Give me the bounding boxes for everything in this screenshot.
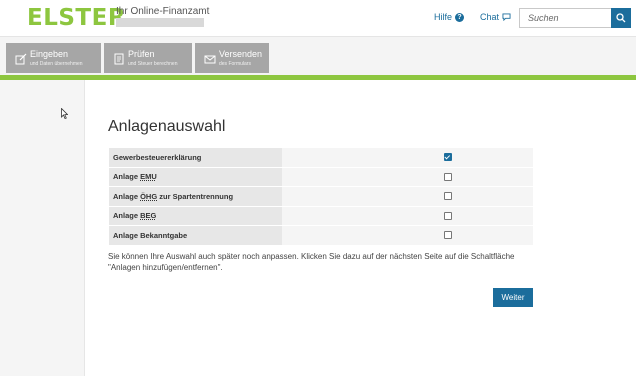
- row-label: Anlage Bekanntgabe: [109, 225, 282, 246]
- weiter-button[interactable]: Weiter: [493, 288, 533, 307]
- info-note: Sie können Ihre Auswahl auch später noch…: [108, 252, 515, 272]
- anlage-emu-checkbox[interactable]: [443, 172, 452, 181]
- chat-bubble-icon: [502, 13, 511, 21]
- help-icon: ?: [455, 12, 465, 22]
- nav-item-title: Versenden: [219, 49, 263, 59]
- edit-icon: [15, 53, 27, 65]
- anlage-bekanntgabe-checkbox[interactable]: [443, 231, 452, 240]
- nav-item-subtitle: des Formulars: [219, 61, 251, 67]
- nav-item-subtitle: und Daten übernehmen: [30, 61, 83, 67]
- row-label: Anlage ÖHG zur Spartentrennung: [109, 186, 282, 207]
- search-icon: [616, 13, 626, 23]
- tagline: Ihr Online-Finanzamt: [116, 6, 210, 17]
- nav-item-subtitle: und Steuer berechnen: [128, 61, 178, 67]
- help-label: Hilfe: [434, 12, 453, 22]
- nav-item-title: Eingeben: [30, 49, 69, 59]
- help-link[interactable]: Hilfe ?: [434, 12, 465, 22]
- nav-item-title: Prüfen: [128, 49, 155, 59]
- gewerbesteuererklaerung-checkbox[interactable]: [443, 153, 452, 162]
- check-document-icon: [114, 53, 124, 65]
- anlage-beg-checkbox[interactable]: [443, 211, 452, 220]
- envelope-icon: [204, 55, 216, 64]
- row-label: Anlage EMU: [109, 167, 282, 187]
- table-row: Gewerbesteuererklärung: [109, 148, 533, 168]
- row-label: Anlage BEG: [109, 206, 282, 226]
- mouse-cursor-icon: [61, 108, 68, 119]
- nav-item-pruefen[interactable]: Prüfen und Steuer berechnen: [104, 43, 192, 73]
- nav-item-eingeben[interactable]: Eingeben und Daten übernehmen: [6, 43, 101, 73]
- elster-logo[interactable]: ELSTER: [27, 4, 126, 32]
- page-title: Anlagenauswahl: [108, 118, 226, 135]
- attachment-table: Gewerbesteuererklärung Anlage EMU Anlage…: [109, 148, 533, 246]
- table-row: Anlage Bekanntgabe: [109, 225, 533, 246]
- chat-label: Chat: [480, 12, 500, 22]
- chat-link[interactable]: Chat: [480, 12, 511, 22]
- anlage-oehg-checkbox[interactable]: [443, 192, 452, 201]
- left-sidebar: [0, 80, 84, 376]
- table-row: Anlage EMU: [109, 167, 533, 187]
- table-row: Anlage BEG: [109, 206, 533, 226]
- nav-item-versenden[interactable]: Versenden des Formulars: [195, 43, 269, 73]
- table-row: Anlage ÖHG zur Spartentrennung: [109, 186, 533, 207]
- step-navigation: Eingeben und Daten übernehmen Prüfen und…: [0, 37, 636, 75]
- search-box: [519, 8, 631, 28]
- tagline-placeholder-bar: [116, 18, 204, 27]
- row-label: Gewerbesteuererklärung: [109, 148, 282, 168]
- search-input[interactable]: [520, 9, 618, 27]
- header: ELSTER Ihr Online-Finanzamt Hilfe ? Chat: [0, 0, 636, 37]
- search-button[interactable]: [611, 8, 631, 28]
